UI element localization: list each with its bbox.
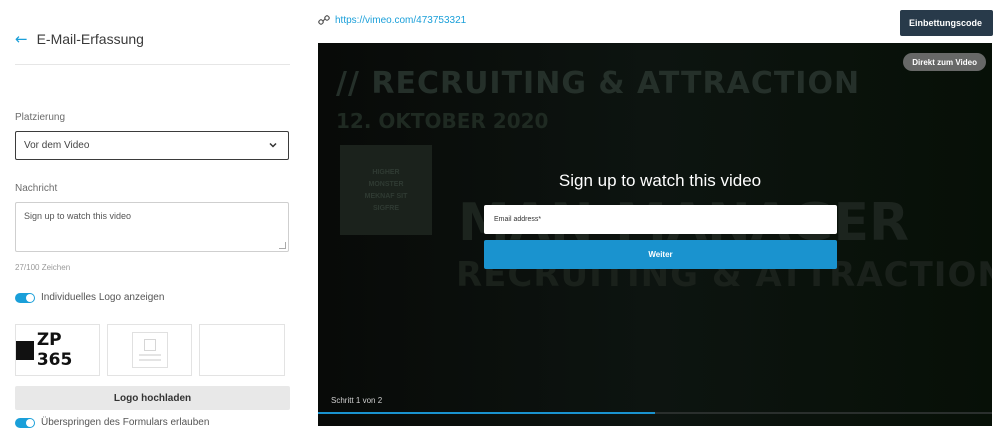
email-input[interactable]: Email address*	[484, 205, 837, 234]
logo-option-zp365[interactable]: ZP 365	[15, 324, 100, 376]
message-value: Sign up to watch this video	[24, 211, 132, 221]
signup-title: Sign up to watch this video	[558, 171, 762, 190]
skip-to-video-button[interactable]: Direkt zum Video	[903, 53, 986, 71]
email-placeholder: Email address*	[494, 216, 542, 223]
resize-handle-icon[interactable]	[279, 242, 286, 249]
placement-value: Vor dem Video	[24, 140, 90, 151]
logo-option-2[interactable]	[107, 324, 192, 376]
logo-toggle-label: Individuelles Logo anzeigen	[41, 292, 165, 303]
skip-toggle[interactable]	[15, 417, 35, 428]
bg-badge: HIGHER MONSTER MEKNAF SIT SIGFRE	[340, 145, 432, 235]
video-url-text: https://vimeo.com/473753321	[335, 14, 467, 26]
logo-toggle-row[interactable]: Individuelles Logo anzeigen	[15, 292, 164, 303]
chevron-down-icon	[269, 142, 277, 148]
video-url[interactable]: https://vimeo.com/473753321	[318, 14, 466, 26]
bg-date: 12. OKTOBER 2020	[336, 109, 549, 133]
faint-logo-icon	[131, 332, 168, 368]
skip-toggle-row[interactable]: Überspringen des Formulars erlauben	[15, 417, 209, 428]
logo-option-empty[interactable]	[199, 324, 285, 376]
placement-label: Platzierung	[15, 112, 66, 123]
video-player[interactable]: // RECRUITING & ATTRACTION 12. OKTOBER 2…	[318, 43, 992, 426]
link-icon	[318, 15, 330, 25]
bg-title: // RECRUITING & ATTRACTION	[336, 66, 861, 101]
skip-toggle-label: Überspringen des Formulars erlauben	[41, 417, 210, 428]
char-counter: 27/100 Zeichen	[15, 263, 71, 272]
submit-button[interactable]: Weiter	[484, 240, 837, 269]
step-indicator: Schritt 1 von 2	[331, 396, 383, 405]
progress-track	[318, 412, 992, 414]
back-arrow-icon: ←	[15, 30, 28, 48]
message-textarea[interactable]: Sign up to watch this video	[15, 202, 289, 252]
sidebar-title: E-Mail-Erfassung	[36, 31, 144, 47]
message-label: Nachricht	[15, 183, 58, 194]
back-link[interactable]: ← E-Mail-Erfassung	[15, 30, 144, 48]
upload-logo-button[interactable]: Logo hochladen	[15, 386, 290, 410]
embed-code-button[interactable]: Einbettungscode	[900, 10, 993, 36]
logo-square-icon	[16, 340, 34, 360]
settings-sidebar: ← E-Mail-Erfassung Platzierung Vor dem V…	[0, 0, 306, 428]
logo-toggle[interactable]	[15, 292, 35, 303]
zp365-logo: ZP 365	[16, 330, 99, 370]
divider	[15, 64, 290, 65]
progress-fill	[318, 412, 655, 414]
placement-select[interactable]: Vor dem Video	[15, 131, 289, 160]
